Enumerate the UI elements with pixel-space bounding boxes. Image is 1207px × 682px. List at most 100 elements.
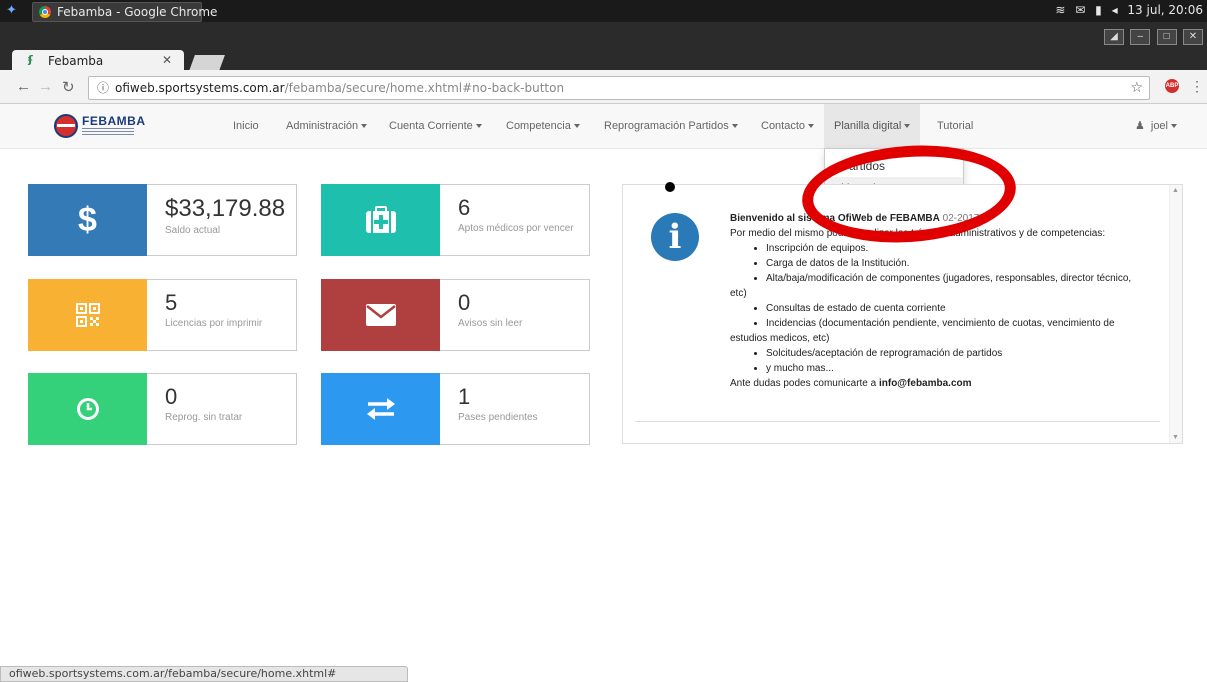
welcome-panel: i Bienvenido al sistema OfiWeb de FEBAMB…: [622, 184, 1183, 444]
clock-icon: [28, 373, 147, 445]
nav-contacto[interactable]: Contacto: [761, 104, 815, 148]
mail-icon[interactable]: ✉: [1075, 3, 1085, 17]
browser-tab[interactable]: ʄ Febamba ✕: [12, 50, 184, 72]
new-tab-button[interactable]: [189, 55, 225, 71]
nav-label: Reprogramación Partidos: [604, 120, 729, 132]
chrome-menu-icon[interactable]: ⋮: [1190, 78, 1204, 95]
feature-list: Inscripción de equipos. Carga de datos d…: [730, 241, 1160, 286]
nav-tutorial[interactable]: Tutorial: [937, 104, 973, 148]
feature-list: Consultas de estado de cuenta corriente …: [730, 301, 1160, 331]
envelope-icon: [321, 279, 440, 351]
list-item: Incidencias (documentación pendiente, ve…: [766, 316, 1160, 331]
contact-prefix: Ante dudas podes comunicarte a: [730, 378, 879, 389]
logo-wordmark: FEBAMBA: [82, 114, 146, 128]
launcher-icon[interactable]: ✦: [6, 3, 22, 19]
list-item: Carga de datos de la Institución.: [766, 256, 1160, 271]
nav-cuenta-corriente[interactable]: Cuenta Corriente: [389, 104, 482, 148]
medkit-icon: [321, 184, 440, 256]
logo-tagline: [82, 128, 134, 136]
tile-label: Pases pendientes: [458, 412, 538, 423]
febamba-logo[interactable]: FEBAMBA: [54, 112, 150, 142]
caret-down-icon: [731, 124, 738, 129]
nav-inicio[interactable]: Inicio: [233, 104, 259, 148]
caret-down-icon: [1171, 124, 1177, 129]
nav-label: Planilla digital: [834, 120, 902, 132]
tile-value: 5: [165, 290, 178, 315]
volume-icon[interactable]: ◂: [1112, 3, 1118, 17]
list-item: Inscripción de equipos.: [766, 241, 1160, 256]
close-window-icon[interactable]: ✕: [1183, 29, 1203, 45]
tab-close-icon[interactable]: ✕: [162, 53, 172, 67]
caret-down-icon: [808, 124, 815, 129]
tab-title: Febamba: [48, 54, 104, 68]
welcome-intro: Por medio del mismo podrás realizar los …: [730, 228, 1106, 239]
caret-down-icon: [361, 124, 368, 129]
tile-label: Licencias por imprimir: [165, 318, 263, 329]
tile-avisos[interactable]: 0 Avisos sin leer: [321, 279, 590, 351]
adblock-icon[interactable]: ABP: [1165, 79, 1179, 93]
wifi-icon[interactable]: ≋: [1055, 3, 1065, 17]
window-controls: ◢ – □ ✕: [1101, 28, 1203, 45]
page-content: FEBAMBA Inicio Administración Cuenta Cor…: [0, 104, 1207, 666]
tile-value: 0: [165, 384, 178, 409]
address-bar[interactable]: ⓘ ofiweb.sportsystems.com.ar/febamba/sec…: [88, 76, 1150, 100]
dollar-icon: $: [28, 184, 147, 256]
tile-licencias[interactable]: 5 Licencias por imprimir: [28, 279, 297, 351]
clock[interactable]: 13 jul, 20:06: [1127, 3, 1203, 17]
site-navbar: FEBAMBA Inicio Administración Cuenta Cor…: [0, 104, 1207, 149]
caret-down-icon: [573, 124, 580, 129]
contact-email[interactable]: info@febamba.com: [879, 378, 972, 389]
tile-label: Avisos sin leer: [458, 318, 523, 329]
tile-label: Reprog. sin tratar: [165, 412, 243, 423]
welcome-text: Bienvenido al sistema OfiWeb de FEBAMBA …: [730, 211, 1160, 391]
nav-label: Tutorial: [937, 120, 974, 132]
back-icon[interactable]: ←: [16, 78, 31, 95]
list-item: Consultas de estado de cuenta corriente: [766, 301, 1160, 316]
dropdown-item-partidos[interactable]: Partidos: [825, 155, 963, 177]
battery-icon[interactable]: ▮: [1095, 3, 1102, 17]
list-item: Alta/baja/modificación de componentes (j…: [766, 271, 1160, 286]
qrcode-icon: [28, 279, 147, 351]
minimize-icon[interactable]: –: [1130, 29, 1151, 45]
nav-administracion[interactable]: Administración: [286, 104, 368, 148]
nav-competencia[interactable]: Competencia: [506, 104, 580, 148]
nav-label: Cuenta Corriente: [389, 120, 473, 132]
list-item-continuation: etc): [730, 288, 747, 299]
tile-aptos-medicos[interactable]: 6 Aptos médicos por vencer: [321, 184, 590, 256]
nav-planilla-digital[interactable]: Planilla digital: [824, 104, 921, 148]
reload-icon[interactable]: ↻: [62, 78, 75, 96]
nav-user-menu[interactable]: ♟ joel: [1135, 104, 1177, 148]
nav-label: Administración: [286, 120, 359, 132]
welcome-date: 02-2017: [942, 213, 980, 224]
tile-pases[interactable]: 1 Pases pendientes: [321, 373, 590, 445]
link-status-bubble: ofiweb.sportsystems.com.ar/febamba/secur…: [0, 666, 408, 682]
url-path: /febamba/secure/home.xhtml#no-back-butto…: [284, 81, 565, 95]
bookmark-star-icon[interactable]: ☆: [1130, 77, 1143, 99]
tile-reprog[interactable]: 0 Reprog. sin tratar: [28, 373, 297, 445]
panel-scrollbar[interactable]: ▲ ▼: [1169, 185, 1182, 443]
user-icon: ♟: [1135, 120, 1145, 132]
list-item: y mucho mas...: [766, 361, 1160, 376]
forward-icon[interactable]: →: [38, 78, 53, 95]
nav-label: Inicio: [233, 120, 259, 132]
tile-label: Saldo actual: [165, 225, 221, 236]
nav-reprogramacion[interactable]: Reprogramación Partidos: [604, 104, 738, 148]
tile-label: Aptos médicos por vencer: [458, 223, 574, 234]
feature-list: Solcitudes/aceptación de reprogramación …: [730, 346, 1160, 376]
info-icon: i: [651, 213, 699, 261]
nav-label: Competencia: [506, 120, 571, 132]
scroll-down-icon[interactable]: ▼: [1172, 434, 1179, 441]
scroll-up-icon[interactable]: ▲: [1172, 187, 1179, 194]
taskbar-window-button[interactable]: Febamba - Google Chrome: [32, 2, 217, 22]
site-info-icon[interactable]: ⓘ: [97, 77, 109, 99]
tile-saldo[interactable]: $ $33,179.88 Saldo actual: [28, 184, 297, 256]
contact-line: Ante dudas podes comunicarte a info@feba…: [730, 376, 1160, 391]
chrome-icon: [39, 6, 51, 18]
caret-down-icon: [904, 124, 911, 129]
basketball-logo-icon: [54, 114, 78, 138]
user-icon[interactable]: ◢: [1103, 29, 1124, 45]
favicon-icon: ʄ: [28, 53, 33, 66]
maximize-icon[interactable]: □: [1156, 29, 1177, 45]
tile-value: 0: [458, 290, 471, 315]
system-tray: ≋ ✉ ▮ ◂ 13 jul, 20:06: [1049, 3, 1203, 17]
